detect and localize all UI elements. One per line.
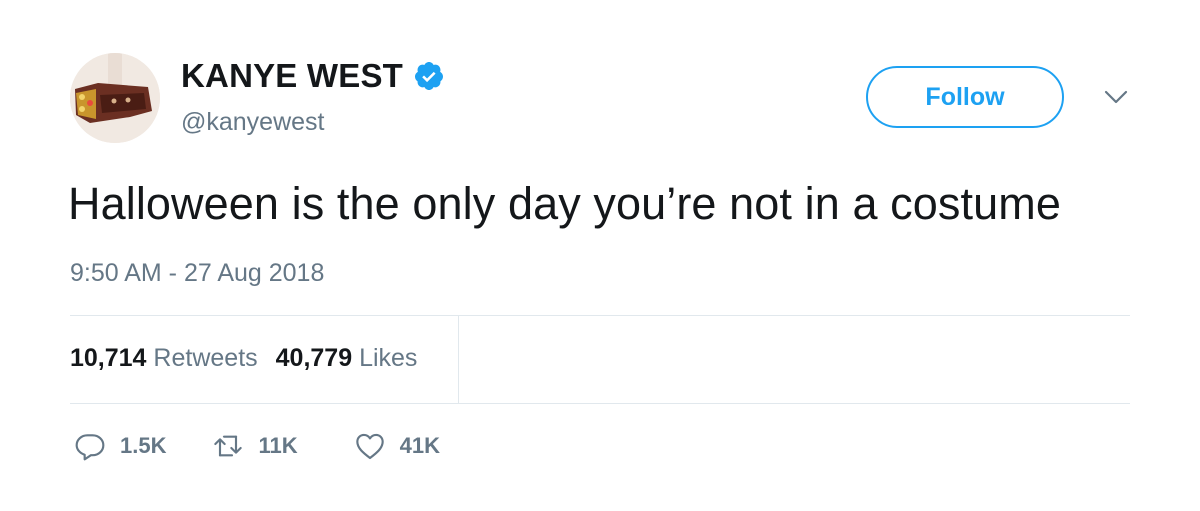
divider [70, 315, 1130, 316]
stats-vertical-divider [458, 316, 459, 403]
chevron-down-icon[interactable] [1101, 86, 1131, 110]
verified-badge-icon [413, 60, 445, 92]
retweets-stat[interactable]: 10,714 Retweets [70, 342, 258, 374]
retweets-label: Retweets [153, 344, 258, 372]
tweet-timestamp[interactable]: 9:50 AM - 27 Aug 2018 [70, 257, 324, 289]
reply-icon [75, 434, 105, 461]
avatar-image [70, 53, 160, 143]
retweet-icon [214, 435, 243, 457]
avatar[interactable] [70, 53, 160, 143]
likes-label: Likes [359, 344, 418, 372]
reply-count: 1.5K [120, 433, 167, 458]
retweet-count: 11K [258, 433, 298, 458]
author-display-name[interactable]: KANYE WEST [181, 56, 403, 96]
heart-icon [355, 433, 384, 460]
retweet-button[interactable]: 11K [212, 430, 298, 462]
like-button[interactable]: 41K [354, 430, 440, 462]
like-count: 41K [399, 433, 440, 458]
tweet-stats: 10,714 Retweets 40,779 Likes [70, 342, 417, 374]
retweets-count: 10,714 [70, 344, 147, 372]
follow-button[interactable]: Follow [866, 66, 1064, 128]
divider [70, 403, 1130, 404]
likes-count: 40,779 [275, 344, 353, 372]
reply-button[interactable]: 1.5K [74, 430, 166, 462]
author-name-row: KANYE WEST [181, 56, 445, 96]
author-handle[interactable]: @kanyewest [181, 106, 325, 138]
likes-stat[interactable]: 40,779 Likes [276, 342, 418, 374]
tweet-text: Halloween is the only day you’re not in … [68, 178, 1061, 229]
tweet-actions: 1.5K 11K 41K [74, 430, 440, 462]
